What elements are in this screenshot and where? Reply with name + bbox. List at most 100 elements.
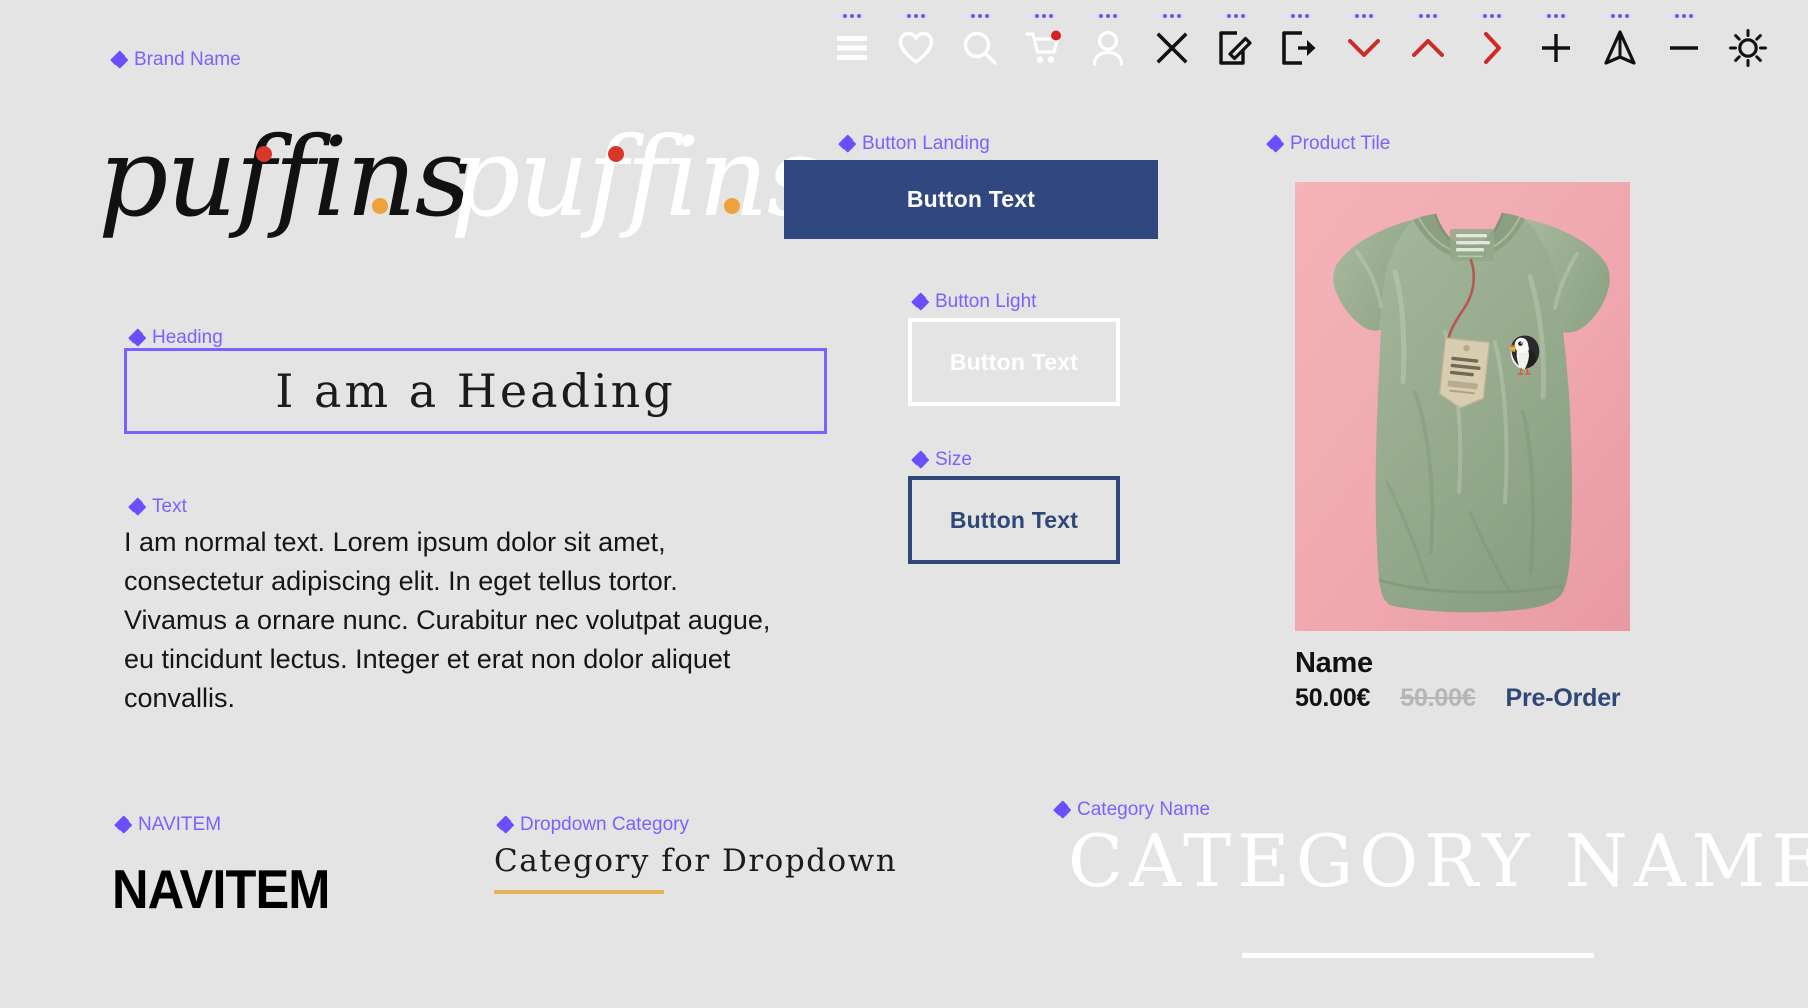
figma-component-diamond-icon bbox=[1053, 800, 1072, 819]
icon-slot-chevron-up[interactable] bbox=[1396, 14, 1460, 69]
brightness-sun-icon[interactable] bbox=[1727, 27, 1769, 69]
component-label-text: Category Name bbox=[1077, 799, 1211, 820]
component-label-product-tile: Product Tile bbox=[1266, 133, 1391, 154]
component-label-size: Size bbox=[911, 449, 972, 470]
logout-icon[interactable] bbox=[1279, 27, 1321, 69]
component-label-text: Button Landing bbox=[862, 133, 990, 154]
icon-slot-chevron-down[interactable] bbox=[1332, 14, 1396, 69]
category-name-underline bbox=[1242, 953, 1594, 958]
logo-word: puffins bbox=[450, 113, 823, 241]
component-label-text: NAVITEM bbox=[138, 814, 222, 835]
component-label-brand-name: Brand Name bbox=[110, 49, 241, 70]
icon-slot-search[interactable] bbox=[948, 14, 1012, 69]
dropdown-category-label: Category for Dropdown bbox=[494, 843, 898, 879]
figma-component-diamond-icon bbox=[1266, 134, 1285, 153]
icon-slot-close[interactable] bbox=[1140, 14, 1204, 69]
component-label-heading: Heading bbox=[128, 327, 223, 348]
chevron-down-icon[interactable] bbox=[1343, 27, 1385, 69]
logo-wordmark-dark: puffins bbox=[98, 113, 471, 241]
dropdown-category[interactable]: Category for Dropdown bbox=[494, 843, 897, 894]
component-label-text: Heading bbox=[152, 327, 223, 348]
component-dots-marker bbox=[1355, 14, 1373, 18]
figma-component-diamond-icon bbox=[838, 134, 857, 153]
component-dots-marker bbox=[1163, 14, 1181, 18]
component-dots-marker bbox=[971, 14, 989, 18]
nav-item[interactable]: NAVITEM bbox=[112, 857, 330, 921]
heart-icon[interactable] bbox=[895, 27, 937, 69]
logo-period-dot-orange bbox=[724, 198, 740, 214]
component-label-navitem: NAVITEM bbox=[114, 814, 222, 835]
shopping-cart-icon[interactable] bbox=[1023, 27, 1065, 69]
icon-slot-plus[interactable] bbox=[1524, 14, 1588, 69]
icon-slot-edit[interactable] bbox=[1204, 14, 1268, 69]
chevron-up-icon[interactable] bbox=[1407, 27, 1449, 69]
component-dots-marker bbox=[1547, 14, 1565, 18]
logo-word: puffins bbox=[98, 113, 471, 241]
component-dots-marker bbox=[1099, 14, 1117, 18]
logo-period-dot-orange bbox=[372, 198, 388, 214]
component-dots-marker bbox=[1419, 14, 1437, 18]
body-paragraph: I am normal text. Lorem ipsum dolor sit … bbox=[124, 527, 771, 713]
product-name: Name bbox=[1295, 647, 1373, 679]
plus-icon[interactable] bbox=[1535, 27, 1577, 69]
category-name-banner: CATEGORY NAME bbox=[1068, 819, 1808, 958]
close-x-icon[interactable] bbox=[1151, 27, 1193, 69]
dropdown-active-underline bbox=[494, 890, 664, 894]
minus-icon[interactable] bbox=[1663, 27, 1705, 69]
hamburger-menu-icon[interactable] bbox=[831, 27, 873, 69]
figma-component-diamond-icon bbox=[911, 292, 930, 311]
send-paper-plane-icon[interactable] bbox=[1599, 27, 1641, 69]
icon-slot-chevron-right[interactable] bbox=[1460, 14, 1524, 69]
component-label-button-landing: Button Landing bbox=[838, 133, 990, 154]
edit-pencil-icon[interactable] bbox=[1215, 27, 1257, 69]
component-label-text: Size bbox=[935, 449, 972, 470]
page-title: I am a Heading bbox=[275, 364, 676, 418]
product-image[interactable] bbox=[1295, 182, 1630, 631]
logo-accent-dot-red bbox=[256, 146, 272, 162]
component-dots-marker bbox=[1291, 14, 1309, 18]
category-name-title: CATEGORY NAME bbox=[1068, 819, 1808, 903]
button-size[interactable]: Button Text bbox=[908, 476, 1120, 564]
component-label-dropdown-category: Dropdown Category bbox=[496, 814, 689, 835]
icon-slot-send[interactable] bbox=[1588, 14, 1652, 69]
icon-slot-heart[interactable] bbox=[884, 14, 948, 69]
product-info: Name 50.00€ 50.00€ Pre-Order bbox=[1295, 647, 1630, 713]
button-light[interactable]: Button Text bbox=[908, 318, 1120, 406]
component-label-text: Brand Name bbox=[134, 49, 241, 70]
component-dots-marker bbox=[1675, 14, 1693, 18]
icon-slot-brightness[interactable] bbox=[1716, 14, 1780, 69]
figma-component-diamond-icon bbox=[110, 50, 129, 69]
icon-slot-hamburger-menu[interactable] bbox=[820, 14, 884, 69]
figma-component-diamond-icon bbox=[128, 328, 147, 347]
component-label-text: Text bbox=[128, 496, 187, 517]
product-tile[interactable]: Name 50.00€ 50.00€ Pre-Order bbox=[1295, 182, 1630, 713]
button-landing[interactable]: Button Text bbox=[784, 160, 1158, 239]
icon-slot-shopping-cart[interactable] bbox=[1012, 14, 1076, 69]
user-account-icon[interactable] bbox=[1087, 27, 1129, 69]
search-icon[interactable] bbox=[959, 27, 1001, 69]
component-dots-marker bbox=[1035, 14, 1053, 18]
component-label-text: Button Light bbox=[935, 291, 1037, 312]
design-system-canvas: Brand Name puffins puffins Heading I am … bbox=[0, 0, 1808, 1008]
product-status-badge[interactable]: Pre-Order bbox=[1506, 684, 1621, 713]
icon-bar bbox=[820, 14, 1780, 69]
component-label-text: Text bbox=[152, 496, 187, 517]
component-label-category-name: Category Name bbox=[1053, 799, 1211, 820]
product-old-price: 50.00€ bbox=[1400, 684, 1476, 713]
component-label-text: Dropdown Category bbox=[520, 814, 689, 835]
product-price: 50.00€ bbox=[1295, 684, 1371, 713]
product-price-row: 50.00€ 50.00€ Pre-Order bbox=[1295, 684, 1630, 713]
figma-component-diamond-icon bbox=[496, 815, 515, 834]
component-dots-marker bbox=[1611, 14, 1629, 18]
logo-wordmark-light: puffins bbox=[450, 113, 823, 241]
chevron-right-icon[interactable] bbox=[1471, 27, 1513, 69]
cart-badge-dot bbox=[1051, 30, 1061, 41]
component-label-text: Product Tile bbox=[1290, 133, 1391, 154]
logo-accent-dot-red bbox=[608, 146, 624, 162]
icon-slot-minus[interactable] bbox=[1652, 14, 1716, 69]
icon-slot-user-account[interactable] bbox=[1076, 14, 1140, 69]
figma-component-diamond-icon bbox=[114, 815, 133, 834]
icon-slot-logout[interactable] bbox=[1268, 14, 1332, 69]
figma-component-diamond-icon bbox=[128, 497, 147, 516]
component-label-button-light: Button Light bbox=[911, 291, 1037, 312]
